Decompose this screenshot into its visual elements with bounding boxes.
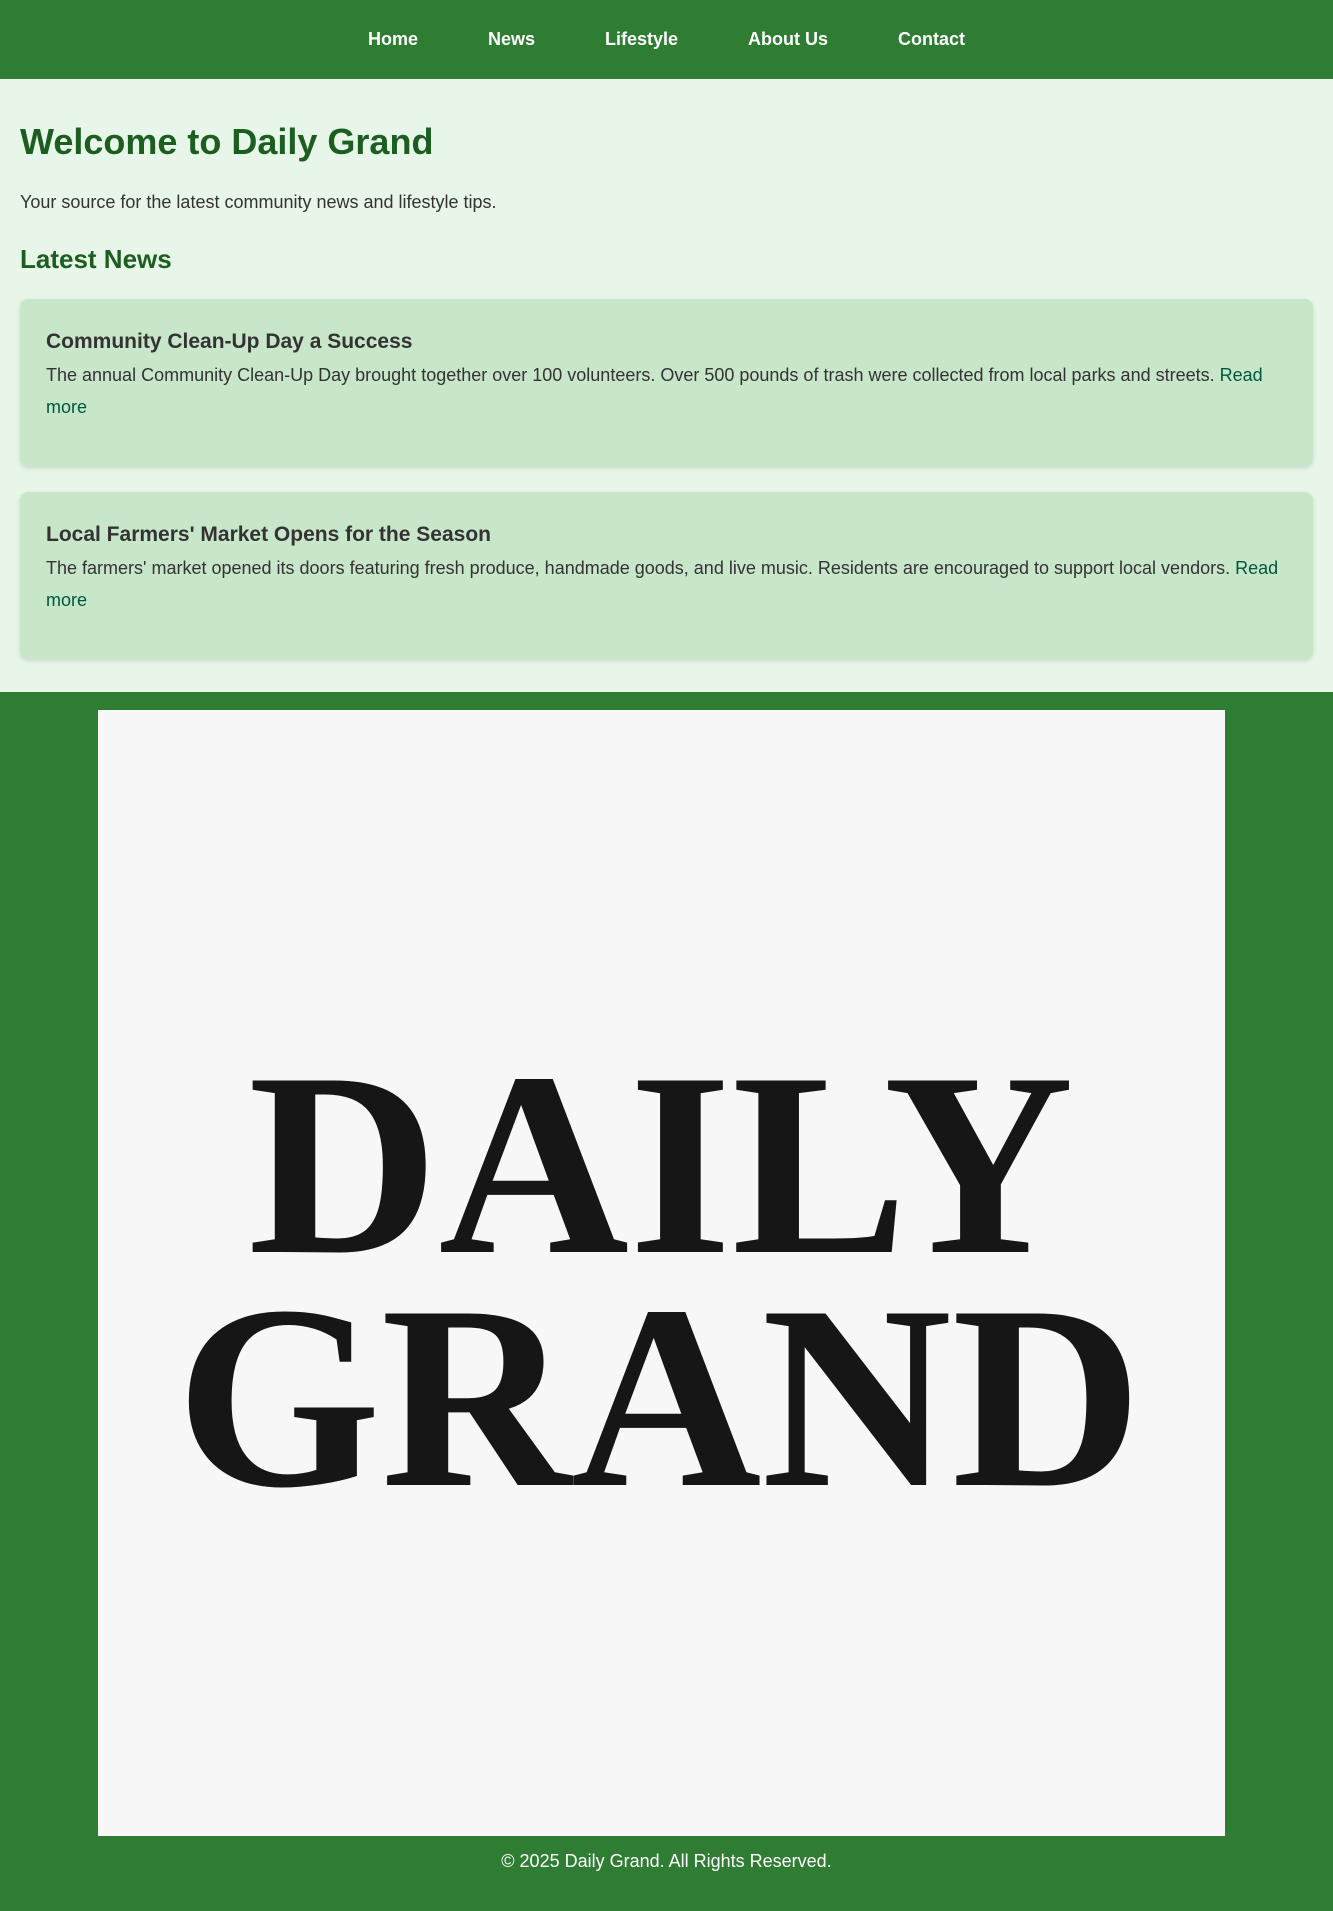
latest-news-heading: Latest News <box>20 243 172 274</box>
tagline: Your source for the latest community new… <box>20 192 497 213</box>
copyright-text: © 2025 Daily Grand. All Rights Reserved. <box>501 1851 832 1871</box>
nav-link-about-us[interactable]: About Us <box>748 29 828 50</box>
nav-link-lifestyle[interactable]: Lifestyle <box>605 29 678 50</box>
article-summary: The farmers' market opened its doors fea… <box>46 558 1231 579</box>
top-navigation: Home News Lifestyle About Us Contact <box>0 0 1333 79</box>
article-title: Community Clean-Up Day a Success <box>46 330 413 354</box>
article-body: The annual Community Clean-Up Day brough… <box>46 359 1287 423</box>
page-title: Welcome to Daily Grand <box>20 121 434 162</box>
news-article: Local Farmers' Market Opens for the Seas… <box>20 492 1313 660</box>
article-summary: The annual Community Clean-Up Day brough… <box>46 365 1215 386</box>
main-content: Welcome to Daily Grand Your source for t… <box>0 79 1333 692</box>
nav-link-contact[interactable]: Contact <box>898 29 965 50</box>
daily-grand-logo: DAILY GRAND <box>98 710 1225 1836</box>
article-title: Local Farmers' Market Opens for the Seas… <box>46 523 491 547</box>
logo-graphic: DAILY GRAND <box>176 1019 1142 1542</box>
article-body: The farmers' market opened its doors fea… <box>46 552 1287 616</box>
nav-link-news[interactable]: News <box>488 29 535 50</box>
news-article: Community Clean-Up Day a Success The ann… <box>20 299 1313 467</box>
footer: DAILY GRAND © 2025 Daily Grand. All Righ… <box>0 692 1333 1911</box>
logo-text-line2: GRAND <box>176 1252 1142 1542</box>
nav-link-home[interactable]: Home <box>368 29 418 50</box>
